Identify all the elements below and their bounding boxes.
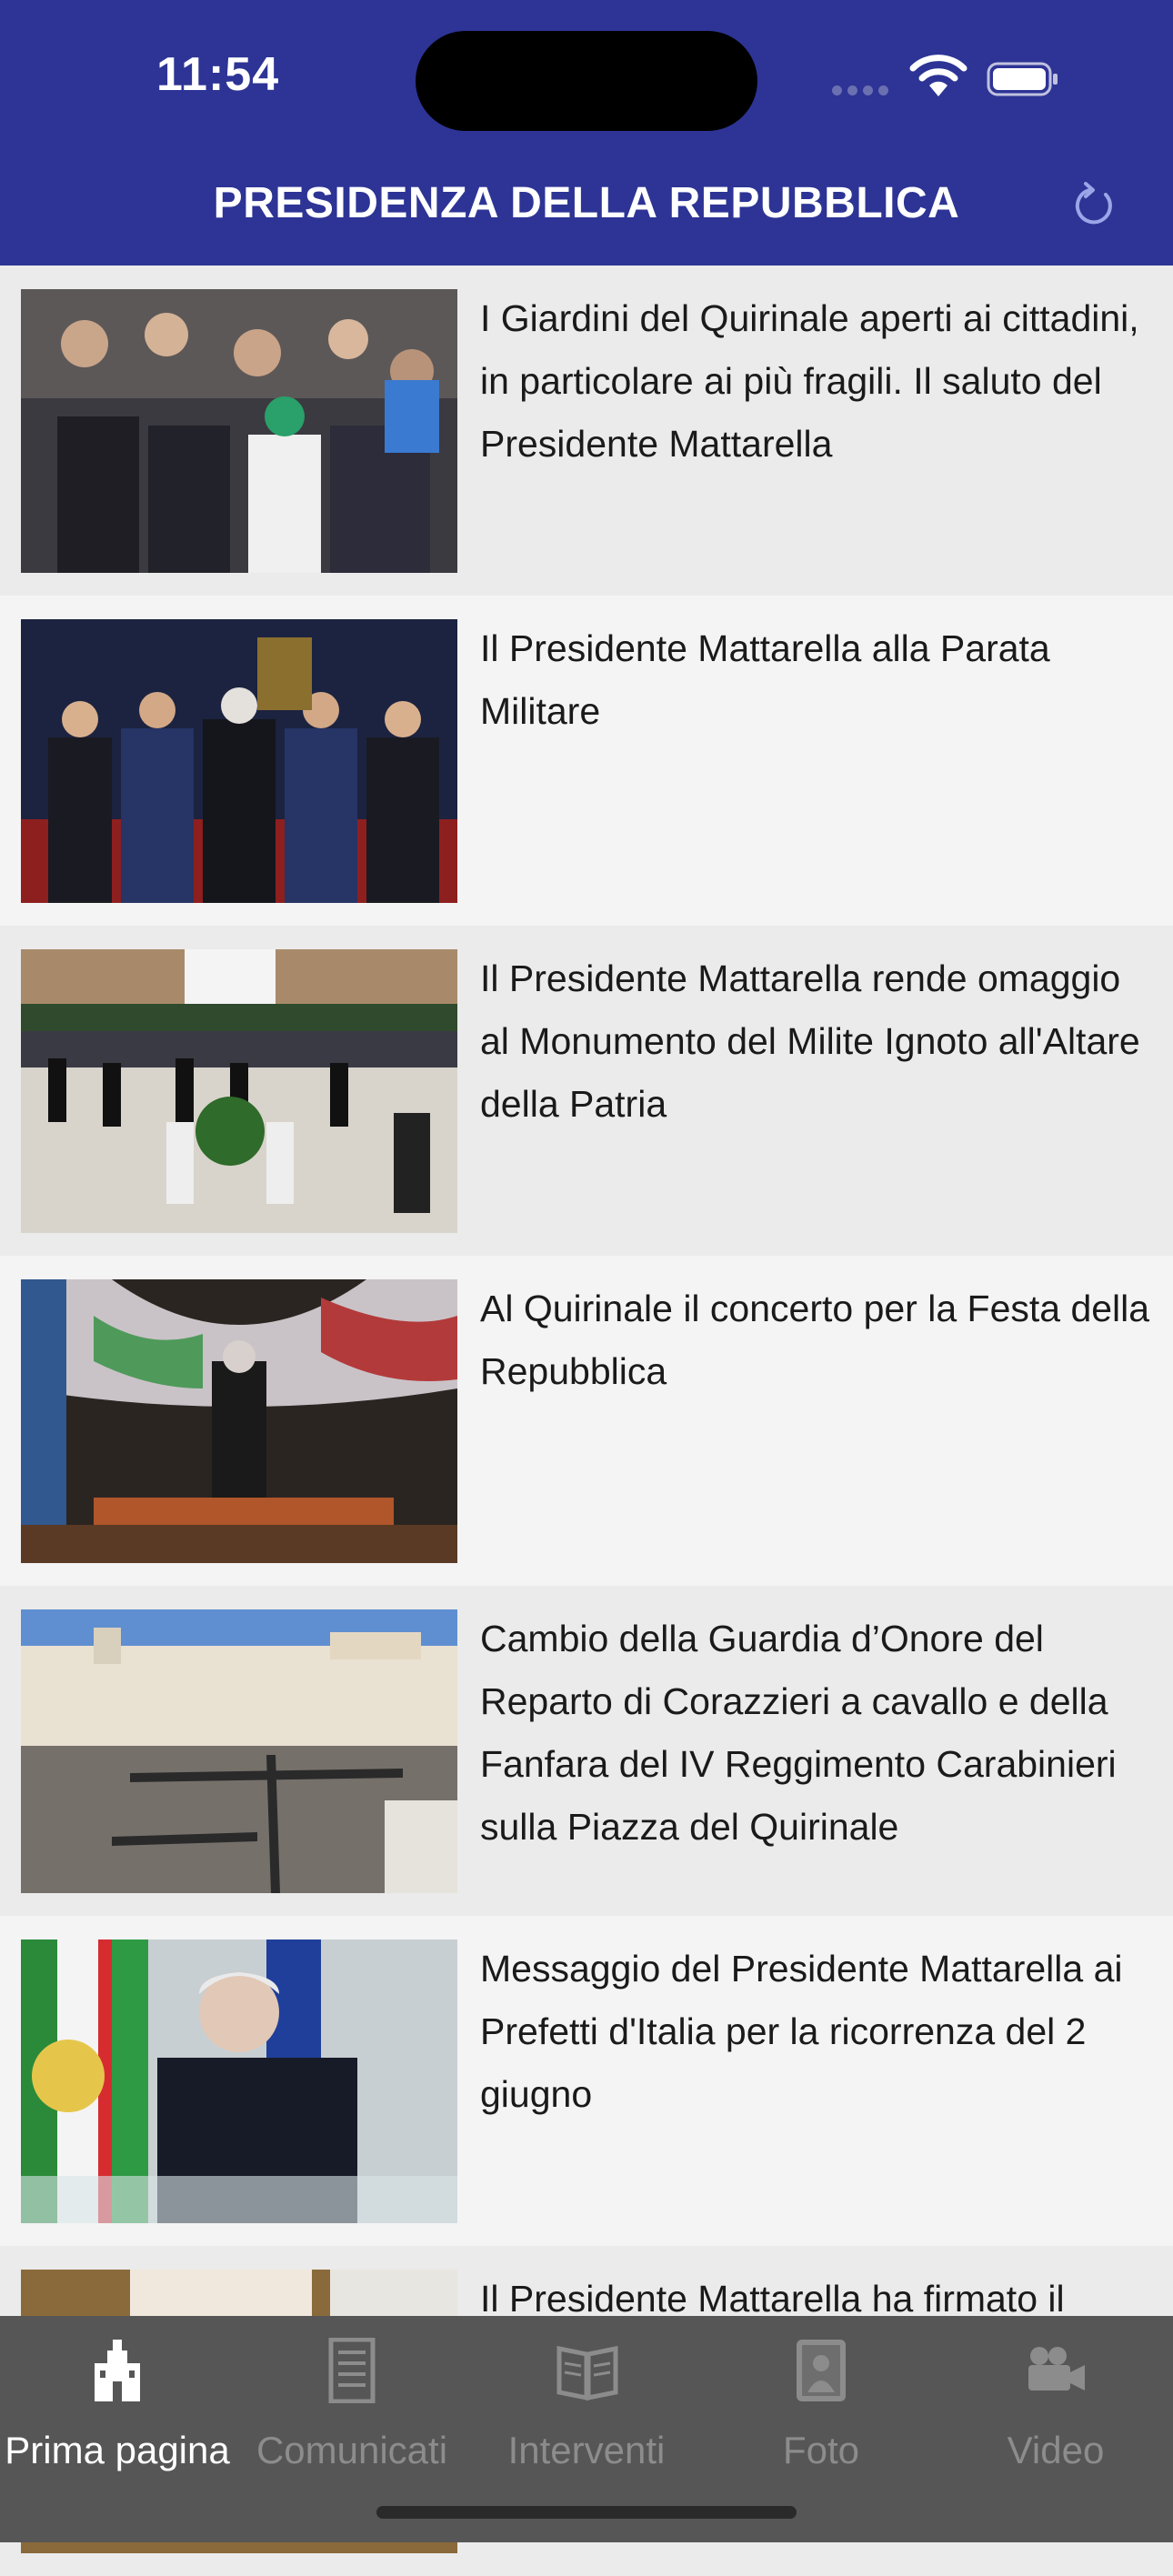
tab-label: Interventi bbox=[507, 2429, 666, 2471]
video-camera-icon bbox=[1028, 2347, 1085, 2391]
news-thumbnail bbox=[21, 1940, 457, 2223]
tab-video[interactable]: Video bbox=[938, 2316, 1173, 2498]
news-title[interactable]: Cambio della Guardia d’Onore del Reparto… bbox=[480, 1608, 1153, 1859]
book-icon bbox=[556, 2345, 618, 2401]
news-item[interactable]: Il Presidente Mattarella alla Parata Mil… bbox=[0, 596, 1173, 926]
tab-label: Prima pagina bbox=[5, 2429, 230, 2471]
tab-label: Video bbox=[1007, 2429, 1105, 2471]
refresh-icon[interactable] bbox=[1069, 178, 1117, 229]
news-thumbnail bbox=[21, 289, 457, 573]
news-thumbnail bbox=[21, 1609, 457, 1893]
news-item[interactable]: I Giardini del Quirinale aperti ai citta… bbox=[0, 266, 1173, 596]
tab-comunicati[interactable]: Comunicati bbox=[235, 2316, 469, 2498]
home-indicator[interactable] bbox=[376, 2506, 797, 2519]
document-icon bbox=[328, 2338, 376, 2403]
news-thumbnail bbox=[21, 949, 457, 1233]
building-icon bbox=[95, 2340, 140, 2401]
tab-label: Comunicati bbox=[256, 2429, 448, 2471]
tab-label: Foto bbox=[782, 2429, 860, 2471]
news-thumbnail bbox=[21, 1279, 457, 1563]
tab-interventi[interactable]: Interventi bbox=[469, 2316, 704, 2498]
cellular-signal-icon bbox=[832, 84, 894, 100]
news-item[interactable]: Il Presidente Mattarella rende omaggio a… bbox=[0, 926, 1173, 1256]
news-title[interactable]: Il Presidente Mattarella alla Parata Mil… bbox=[480, 617, 1153, 743]
page-title: PRESIDENZA DELLA REPUBBLICA bbox=[213, 179, 960, 227]
battery-icon bbox=[987, 62, 1058, 96]
news-title[interactable]: Messaggio del Presidente Mattarella ai P… bbox=[480, 1938, 1153, 2126]
news-item[interactable]: Al Quirinale il concerto per la Festa de… bbox=[0, 1256, 1173, 1586]
news-item[interactable]: Messaggio del Presidente Mattarella ai P… bbox=[0, 1916, 1173, 2246]
tab-prima-pagina[interactable]: Prima pagina bbox=[0, 2316, 235, 2498]
news-item[interactable]: Cambio della Guardia d’Onore del Reparto… bbox=[0, 1586, 1173, 1916]
dynamic-island bbox=[416, 31, 757, 131]
news-title[interactable]: I Giardini del Quirinale aperti ai citta… bbox=[480, 287, 1153, 476]
status-time: 11:54 bbox=[156, 48, 280, 101]
wifi-icon bbox=[909, 55, 967, 96]
news-title[interactable]: Il Presidente Mattarella rende omaggio a… bbox=[480, 947, 1153, 1136]
tab-foto[interactable]: Foto bbox=[704, 2316, 938, 2498]
header: 11:54 PRESIDENZA DELLA REPUBBLICA bbox=[0, 0, 1173, 266]
news-list[interactable]: I Giardini del Quirinale aperti ai citta… bbox=[0, 266, 1173, 2576]
news-thumbnail bbox=[21, 619, 457, 903]
photo-icon bbox=[797, 2340, 846, 2401]
news-title[interactable]: Al Quirinale il concerto per la Festa de… bbox=[480, 1278, 1153, 1403]
